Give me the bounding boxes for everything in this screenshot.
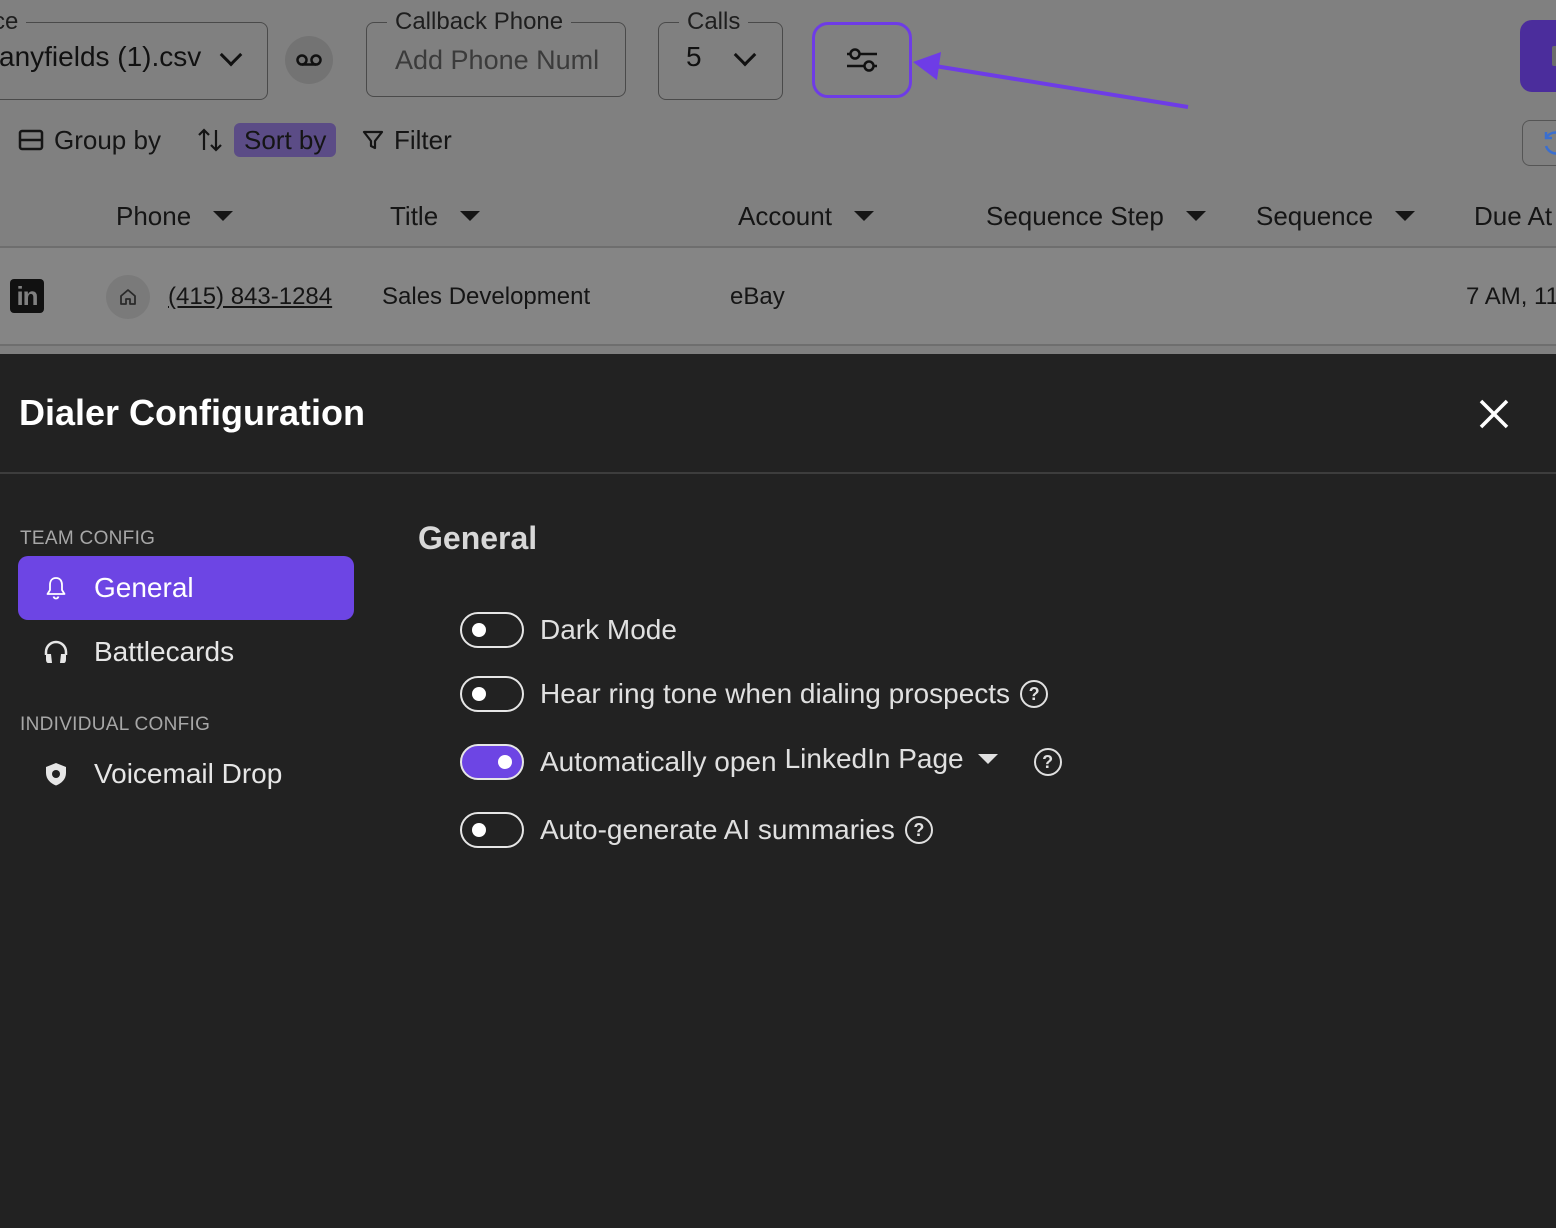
callback-phone-placeholder: Add Phone Numl [395,45,600,75]
chevron-down-icon [733,43,757,67]
column-header-account[interactable]: Account [738,196,874,236]
caret-down-icon [1185,211,1206,221]
voicemail-icon [296,54,322,66]
headphones-icon [18,639,94,665]
home-phone-icon [106,275,150,319]
select-value: LinkedIn Page [784,743,964,774]
setting-dark-mode: Dark Mode [460,610,677,650]
refresh-icon [1544,131,1556,155]
linkedin-icon[interactable]: in [10,279,44,313]
group-icon [18,129,44,151]
group-by-button[interactable]: Group by [18,120,161,160]
setting-label: Auto-generate AI summaries [540,814,895,845]
column-header-title[interactable]: Title [390,196,481,236]
column-header-sequence[interactable]: Sequence [1256,196,1416,236]
close-button[interactable] [1474,394,1514,434]
sort-by-button[interactable]: Sort by [234,123,337,157]
nav-item-label: General [94,572,194,603]
setting-label: Hear ring tone when dialing prospects [540,678,1011,709]
filter-button[interactable]: Filter [362,120,452,160]
auto-open-page-select[interactable]: LinkedIn Page [785,743,998,775]
help-icon[interactable]: ? [1020,680,1049,708]
bell-icon [18,576,94,600]
phone-link[interactable]: (415) 843-1284 [168,280,332,314]
setting-label: Automatically open [540,746,777,777]
caret-down-icon [1395,211,1416,221]
setting-ai-summaries: Auto-generate AI summaries ? [460,810,933,850]
ring-tone-toggle[interactable] [460,676,524,712]
caret-down-icon [213,211,234,221]
calls-value: 5 [686,41,702,72]
source-list-select[interactable]: ce anyfields (1).csv [0,9,268,100]
nav-item-label: Voicemail Drop [94,758,283,789]
callback-phone-legend: Callback Phone [387,9,572,35]
start-dialing-button[interactable] [1520,20,1556,92]
nav-item-battlecards[interactable]: Battlecards [18,620,354,684]
setting-auto-open: Automatically open LinkedIn Page ? [460,742,1062,782]
source-list-legend: ce [0,9,27,35]
sort-icon [198,120,222,160]
due-at-cell: 7 AM, 11 [1466,283,1556,310]
filter-icon [362,130,384,150]
auto-open-toggle[interactable] [460,744,524,780]
help-icon[interactable]: ? [1033,748,1062,776]
close-icon [1479,399,1509,429]
chevron-down-icon [219,43,243,67]
column-header-due-at[interactable]: Due At [1474,196,1552,236]
account-cell: eBay [730,283,785,310]
nav-item-label: Battlecards [94,636,235,667]
title-cell: Sales Development [382,283,591,310]
dialer-configuration-modal: Dialer Configuration TEAM CONFIG General… [0,354,1556,1228]
ai-summaries-toggle[interactable] [460,812,524,848]
content-title: General [418,520,538,556]
team-config-label: TEAM CONFIG [20,528,156,549]
source-list-value: anyfields (1).csv [0,41,202,72]
help-icon[interactable]: ? [904,816,933,844]
nav-item-general[interactable]: General [18,556,354,620]
calls-legend: Calls [679,9,749,35]
row-divider [0,344,1556,346]
button-icon [1552,46,1556,66]
refresh-button[interactable] [1522,120,1556,166]
calls-select[interactable]: Calls 5 [658,9,783,100]
dialer-settings-button[interactable] [812,22,912,98]
column-header-sequence-step[interactable]: Sequence Step [986,196,1206,236]
individual-config-label: INDIVIDUAL CONFIG [20,714,211,735]
dark-mode-toggle[interactable] [460,612,524,648]
callback-phone-field[interactable]: Callback Phone Add Phone Numl [366,9,626,97]
filter-label: Filter [394,124,452,155]
shield-icon [18,761,94,787]
sliders-icon [847,48,877,72]
column-header-phone[interactable]: Phone [116,196,234,236]
caret-down-icon [977,754,998,764]
annotation-arrow-icon [913,52,1189,109]
nav-item-voicemail-drop[interactable]: Voicemail Drop [18,742,354,806]
modal-header-divider [0,472,1556,474]
voicemail-button[interactable] [285,36,333,84]
modal-title: Dialer Configuration [19,392,366,433]
setting-label: Dark Mode [540,614,677,645]
caret-down-icon [460,211,481,221]
caret-down-icon [853,211,874,221]
setting-ring-tone: Hear ring tone when dialing prospects ? [460,674,1049,714]
background-app: ce anyfields (1).csv Callback Phone Add … [0,0,1556,354]
group-by-label: Group by [54,124,161,155]
